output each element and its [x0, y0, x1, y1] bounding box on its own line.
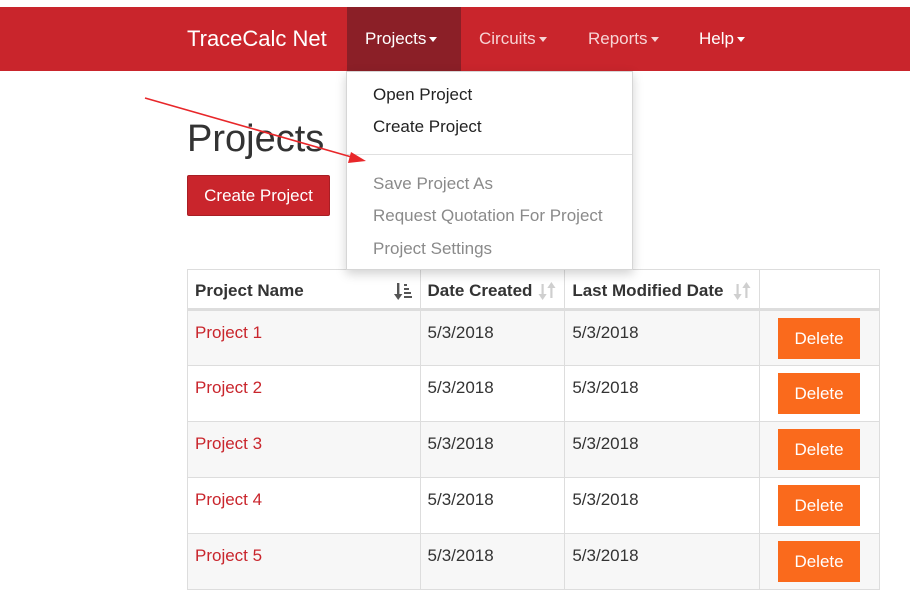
nav-help-menu[interactable]: Help: [681, 7, 763, 71]
cell-actions: Delete: [759, 365, 880, 422]
cell-date-created: 5/3/2018: [419, 365, 566, 422]
cell-actions: Delete: [759, 309, 880, 366]
project-link[interactable]: Project 2: [195, 378, 262, 397]
projects-dropdown-menu: Open Project Create Project Save Project…: [346, 71, 633, 270]
cell-project-name: Project 4: [187, 477, 421, 534]
column-header-project-name[interactable]: Project Name: [187, 269, 421, 311]
project-link[interactable]: Project 1: [195, 323, 262, 342]
column-header-date-created[interactable]: Date Created: [419, 269, 566, 311]
caret-down-icon: [650, 37, 659, 43]
brand-logo-text[interactable]: TraceCalc Net: [187, 7, 327, 71]
caret-down-icon: [429, 37, 438, 43]
menu-item-request-quotation[interactable]: Request Quotation For Project: [373, 206, 603, 226]
table-row: Project 4 5/3/2018 5/3/2018 Delete: [187, 477, 880, 534]
column-header-label: Project Name: [195, 281, 304, 300]
column-header-label: Last Modified Date: [572, 281, 724, 300]
delete-button[interactable]: Delete: [778, 429, 861, 470]
menu-item-project-settings[interactable]: Project Settings: [373, 239, 492, 259]
table-row: Project 2 5/3/2018 5/3/2018 Delete: [187, 365, 880, 422]
delete-button[interactable]: Delete: [778, 373, 861, 414]
nav-reports-menu[interactable]: Reports: [570, 7, 677, 71]
cell-last-modified: 5/3/2018: [564, 533, 761, 590]
table-row: Project 3 5/3/2018 5/3/2018 Delete: [187, 421, 880, 478]
delete-button[interactable]: Delete: [778, 541, 861, 582]
sort-unsorted-icon[interactable]: [733, 281, 751, 301]
cell-last-modified: 5/3/2018: [564, 477, 761, 534]
cell-project-name: Project 3: [187, 421, 421, 478]
cell-last-modified: 5/3/2018: [564, 365, 761, 422]
cell-last-modified: 5/3/2018: [564, 421, 761, 478]
cell-date-created: 5/3/2018: [419, 421, 566, 478]
nav-reports-label: Reports: [588, 29, 648, 48]
table-row: Project 5 5/3/2018 5/3/2018 Delete: [187, 533, 880, 590]
table-header-row: Project Name Date Created Last Modified …: [187, 269, 880, 311]
nav-circuits-label: Circuits: [479, 29, 536, 48]
column-header-actions: [759, 269, 880, 311]
project-link[interactable]: Project 5: [195, 546, 262, 565]
menu-item-create-project[interactable]: Create Project: [373, 117, 482, 137]
column-header-label: Date Created: [427, 281, 533, 300]
cell-actions: Delete: [759, 421, 880, 478]
project-link[interactable]: Project 3: [195, 434, 262, 453]
nav-circuits-menu[interactable]: Circuits: [461, 7, 565, 71]
caret-down-icon: [736, 37, 745, 43]
cell-actions: Delete: [759, 477, 880, 534]
cell-last-modified: 5/3/2018: [564, 309, 761, 366]
page-title: Projects: [187, 118, 325, 160]
sort-ascending-icon[interactable]: [393, 281, 412, 301]
top-navbar: TraceCalc Net Projects Circuits Reports …: [0, 7, 910, 71]
cell-date-created: 5/3/2018: [419, 477, 566, 534]
nav-projects-menu[interactable]: Projects: [347, 7, 461, 71]
nav-help-label: Help: [699, 29, 734, 48]
create-project-button[interactable]: Create Project: [187, 175, 330, 216]
projects-table: Project Name Date Created Last Modified …: [187, 269, 880, 590]
cell-actions: Delete: [759, 533, 880, 590]
cell-project-name: Project 5: [187, 533, 421, 590]
cell-date-created: 5/3/2018: [419, 309, 566, 366]
column-header-last-modified[interactable]: Last Modified Date: [564, 269, 761, 311]
cell-date-created: 5/3/2018: [419, 533, 566, 590]
cell-project-name: Project 1: [187, 309, 421, 366]
caret-down-icon: [538, 37, 547, 43]
table-row: Project 1 5/3/2018 5/3/2018 Delete: [187, 309, 880, 366]
menu-divider: [347, 154, 632, 155]
delete-button[interactable]: Delete: [778, 318, 861, 359]
menu-item-open-project[interactable]: Open Project: [373, 85, 472, 105]
menu-item-save-project-as[interactable]: Save Project As: [373, 174, 493, 194]
project-link[interactable]: Project 4: [195, 490, 262, 509]
nav-projects-label: Projects: [365, 29, 427, 48]
sort-unsorted-icon[interactable]: [538, 281, 556, 301]
cell-project-name: Project 2: [187, 365, 421, 422]
delete-button[interactable]: Delete: [778, 485, 861, 526]
